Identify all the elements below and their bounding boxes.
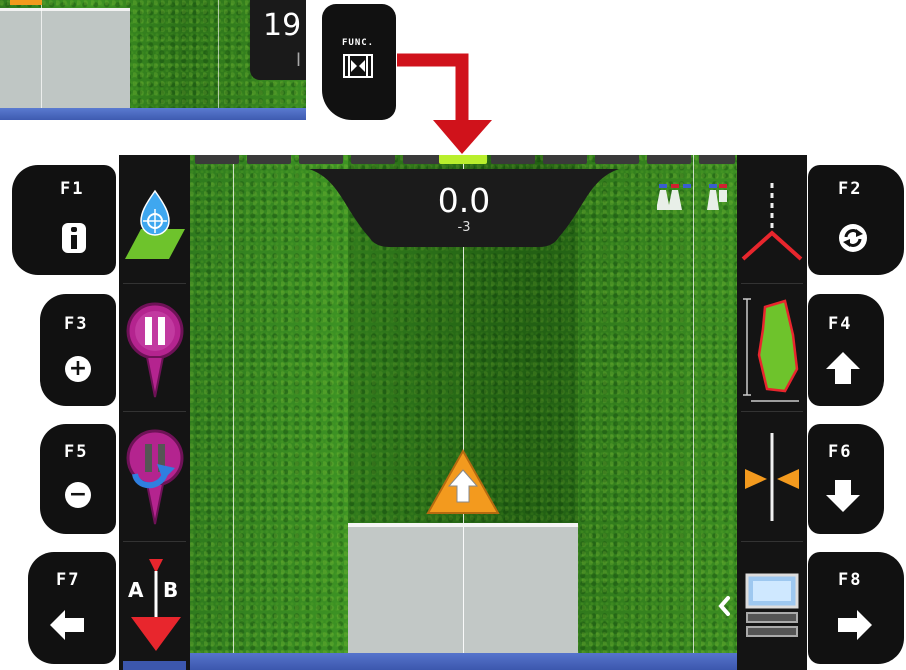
right-sidebar — [737, 155, 807, 670]
func-key[interactable]: FUNC. — [322, 4, 396, 120]
arrow-down-icon — [826, 480, 860, 512]
pointer-arrow-icon — [397, 53, 492, 154]
f7-label: F7 — [56, 570, 81, 590]
lightbar-segment — [647, 155, 691, 164]
arrow-left-icon — [50, 610, 84, 640]
film-frame-icon — [343, 54, 373, 78]
f3-label: F3 — [64, 314, 89, 334]
divider — [123, 411, 186, 412]
lightbar-segment — [491, 155, 535, 164]
lightbar-segment — [699, 155, 735, 164]
resume-marker-icon[interactable] — [125, 428, 185, 528]
chevron-left-icon[interactable] — [717, 595, 731, 617]
f1-label: F1 — [60, 179, 85, 199]
inset-implement-edge — [0, 8, 130, 11]
f2-key[interactable]: F2 — [808, 165, 904, 275]
guidance-mode-icon[interactable] — [741, 181, 803, 261]
f8-key[interactable]: F8 — [808, 552, 904, 664]
inset-counter-sub: l — [296, 50, 302, 71]
guide-line-left — [233, 155, 234, 670]
lightbar-segment — [595, 155, 639, 164]
divider — [741, 411, 803, 412]
ab-line-icon[interactable] — [125, 557, 187, 653]
left-sidebar: A B — [119, 155, 190, 670]
refresh-icon — [839, 224, 867, 252]
minus-icon: − — [65, 482, 91, 508]
lightbar-segment — [351, 155, 395, 164]
field-boundary-icon[interactable] — [741, 295, 803, 405]
ab-label-b: B — [163, 578, 179, 602]
pause-marker-icon[interactable] — [125, 301, 185, 401]
inset-guide-line — [41, 0, 42, 110]
lightbar-segment-active — [439, 155, 487, 164]
lightbar-segment — [299, 155, 343, 164]
f8-label: F8 — [838, 570, 863, 590]
inset-orange-marker — [10, 0, 42, 5]
plus-icon: + — [65, 356, 91, 382]
screen-menu-icon[interactable] — [741, 573, 803, 641]
f1-key[interactable]: F1 — [12, 165, 116, 275]
arrow-right-icon — [838, 610, 872, 640]
tractor-position-icon — [426, 448, 500, 514]
f3-key[interactable]: F3 + — [40, 294, 116, 406]
f6-key[interactable]: F6 — [808, 424, 884, 534]
bottom-status-bar — [190, 653, 737, 670]
lightbar-segment — [195, 155, 239, 164]
func-key-label: FUNC. — [342, 38, 375, 48]
divider — [123, 541, 186, 542]
f7-key[interactable]: F7 — [28, 552, 116, 664]
inset-guide-line-right — [218, 0, 219, 110]
f4-label: F4 — [828, 314, 853, 334]
guide-line-overlay — [463, 527, 464, 670]
divider — [123, 283, 186, 284]
ab-label-a: A — [128, 578, 144, 602]
inset-implement-area — [0, 10, 130, 110]
inset-counter-panel: 19 l — [250, 0, 306, 80]
main-map-view: 0.0 -3 A B — [119, 155, 807, 670]
divider — [741, 541, 803, 542]
f5-label: F5 — [64, 442, 89, 462]
inset-counter-value: 19 — [263, 8, 302, 43]
f2-label: F2 — [838, 179, 863, 199]
f6-label: F6 — [828, 442, 853, 462]
f5-key[interactable]: F5 − — [40, 424, 116, 534]
guide-line-right — [693, 155, 694, 670]
divider — [741, 283, 803, 284]
section-status-icon — [657, 184, 727, 210]
deviation-value: -3 — [457, 220, 471, 235]
gps-position-icon[interactable] — [125, 189, 185, 259]
lightbar-segment — [543, 155, 587, 164]
arrow-up-icon — [826, 352, 860, 384]
lightbar-segment — [247, 155, 291, 164]
inset-field-view: 19 l — [0, 0, 306, 120]
left-bottom-bar — [123, 661, 186, 670]
inset-bottom-bar — [0, 108, 306, 120]
offset-value: 0.0 — [437, 181, 491, 220]
info-icon — [62, 223, 86, 253]
f4-key[interactable]: F4 — [808, 294, 884, 406]
center-line-icon[interactable] — [741, 431, 803, 523]
